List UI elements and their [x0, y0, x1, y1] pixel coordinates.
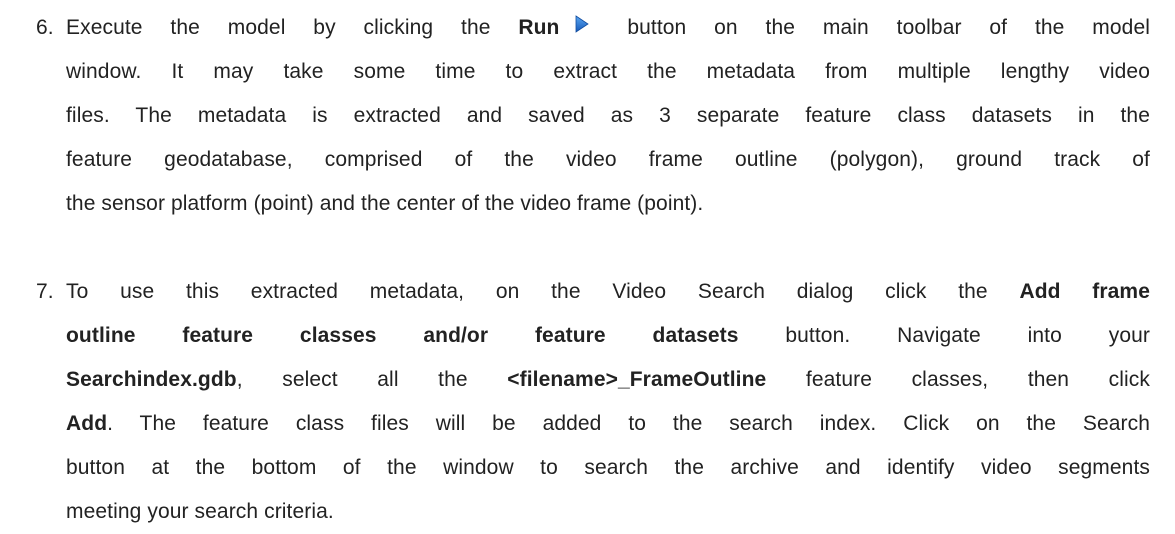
- text-run: To use this extracted metadata, on the V…: [66, 280, 1020, 303]
- step-7-line-5: button at the bottom of the window to se…: [66, 456, 1150, 479]
- bold-term: outline feature classes and/or feature d…: [66, 324, 739, 347]
- step-6-line-3: files. The metadata is extracted and sav…: [66, 104, 1150, 127]
- step-6-line-2: window. It may take some time to extract…: [66, 60, 1150, 83]
- bold-term: Add frame: [1019, 280, 1150, 303]
- bold-term: Searchindex.gdb: [66, 368, 237, 391]
- text-run: , select all the: [236, 368, 508, 391]
- bold-term: Add: [66, 412, 108, 435]
- text-run: Execute the model by clicking the: [66, 16, 519, 39]
- step-number: 6.: [36, 16, 54, 39]
- step-7-line-4: Add. The feature class files will be add…: [66, 402, 1150, 446]
- step-7-line-2: outline feature classes and/or feature d…: [66, 314, 1150, 358]
- text-run: button. Navigate into your: [738, 324, 1150, 347]
- step-number: 7.: [36, 280, 54, 303]
- run-play-icon: [569, 13, 593, 37]
- step-6-line-4: feature geodatabase, comprised of the vi…: [66, 148, 1150, 171]
- step-6-line-5: the sensor platform (point) and the cent…: [66, 192, 704, 215]
- text-run: button on the main toolbar of the model: [599, 16, 1150, 39]
- bold-term: <filename>_FrameOutline: [507, 368, 767, 391]
- step-6-line-1: Execute the model by clicking the Run bu…: [66, 6, 1150, 50]
- text-run: . The feature class files will be added …: [107, 412, 1150, 435]
- step-7-line-6: meeting your search criteria.: [66, 500, 334, 523]
- run-label: Run: [518, 16, 560, 39]
- document-page: 6. Execute the model by clicking the Run…: [0, 0, 1175, 523]
- text-run: feature classes, then click: [766, 368, 1150, 391]
- step-7-line-3: Searchindex.gdb, select all the <filenam…: [66, 358, 1150, 402]
- step-7-line-1: To use this extracted metadata, on the V…: [66, 270, 1150, 314]
